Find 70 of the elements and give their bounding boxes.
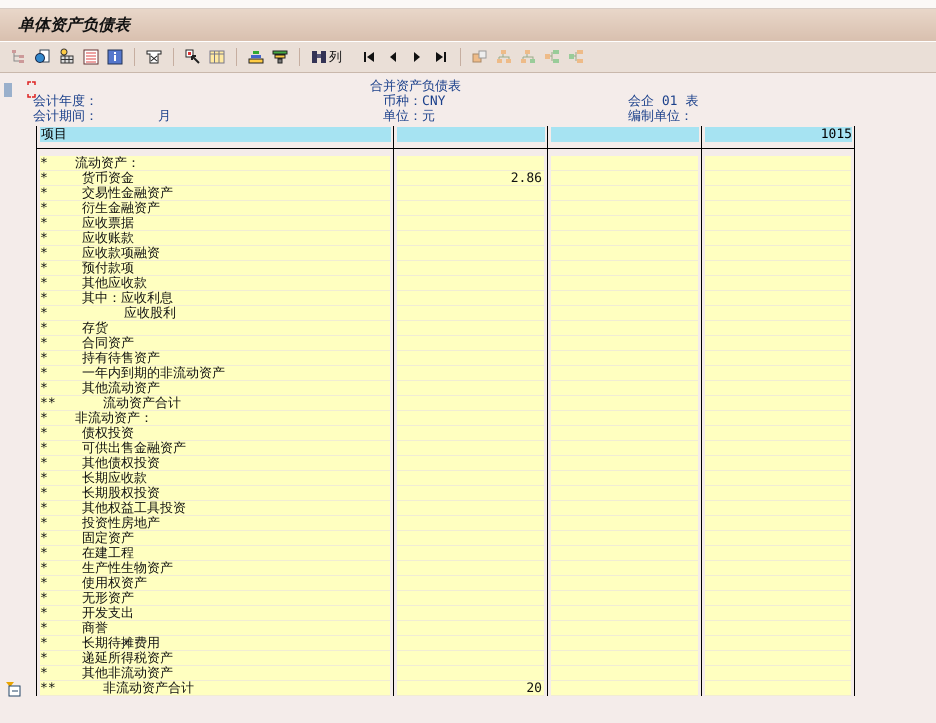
document-globe-icon [34,48,52,66]
item-cell: * 使用权资产 [40,576,390,591]
item-cell: * 其他权益工具投资 [40,501,390,516]
value-cell: 2.86 [397,171,544,186]
form-number: 会企 01 表 [628,94,700,109]
stack-icon [247,48,265,66]
item-cell: * 应收款项融资 [40,246,390,261]
cursor-select-button[interactable] [184,48,202,66]
item-cell: * 可供出售金融资产 [40,441,390,456]
item-cell: * 应收票据 [40,216,390,231]
item-cell: * 生产性生物资产 [40,561,390,576]
item-cell: * 预付款项 [40,261,390,276]
item-cell: * 开发支出 [40,606,390,621]
item-cell: ** 流动资产合计 [40,396,390,411]
grid-person-icon [58,48,76,66]
list-layout-button[interactable] [82,48,100,66]
item-cell: * 合同资产 [40,336,390,351]
item-cell: ** 非流动资产合计 [40,681,390,696]
value-cell: 20 [397,681,544,696]
item-cell: * 在建工程 [40,546,390,561]
filter-delete-button[interactable] [145,48,163,66]
columns-icon [208,48,226,66]
collapse-filter-icon[interactable] [5,681,21,697]
document-globe-button[interactable] [34,48,52,66]
item-cell: * 债权投资 [40,426,390,441]
company-label: 编制单位： [628,109,694,124]
column-header: 项目 [40,127,391,142]
period-month: 月 [158,109,171,124]
columns-button[interactable] [208,48,226,66]
item-cell: * 非流动资产： [40,411,390,426]
item-cell: * 应收股利 [40,306,390,321]
item-cell: * 其他非流动资产 [40,666,390,681]
funnel-button[interactable] [271,48,289,66]
item-cell: * 其他流动资产 [40,381,390,396]
fiscal-year-label: 会计年度： [33,94,99,109]
item-cell: * 一年内到期的非流动资产 [40,366,390,381]
info-button[interactable] [106,48,124,66]
period-label: 会计期间： [33,109,98,124]
item-cell: * 长期应收款 [40,471,390,486]
grid-person-button[interactable] [58,48,76,66]
report-title: 合并资产负债表 [370,79,462,94]
item-cell: * 货币资金 [40,171,390,186]
item-cell: * 商誉 [40,621,390,636]
item-cell: * 长期股权投资 [40,486,390,501]
item-cell: * 其中：应收利息 [40,291,390,306]
window-title: 单体资产负债表 [18,14,130,36]
stack-button[interactable] [247,48,265,66]
item-cell: * 递延所得税资产 [40,651,390,666]
item-cell: * 其他债权投资 [40,456,390,471]
item-cell: * 交易性金融资产 [40,186,390,201]
item-cell: * 固定资产 [40,531,390,546]
cursor-select-icon [184,48,202,66]
item-cell: * 持有待售资产 [40,351,390,366]
column-header: 1015 [705,127,852,142]
list-layout-icon [82,48,100,66]
funnel-icon [271,48,289,66]
unit-label: 单位：元 [383,109,436,124]
currency-label: 币种：CNY [383,94,446,109]
info-icon [106,48,124,66]
item-cell: * 其他应收款 [40,276,390,291]
item-cell: * 衍生金融资产 [40,201,390,216]
item-cell: * 长期待摊费用 [40,636,390,651]
item-cell: * 无形资产 [40,591,390,606]
item-cell: * 投资性房地产 [40,516,390,531]
filter-delete-icon [145,48,163,66]
item-cell: * 应收账款 [40,231,390,246]
item-cell: * 流动资产： [40,156,390,171]
binoculars-button[interactable]: 列 [310,48,342,66]
marker-icon [4,83,12,97]
item-cell: * 存货 [40,321,390,336]
